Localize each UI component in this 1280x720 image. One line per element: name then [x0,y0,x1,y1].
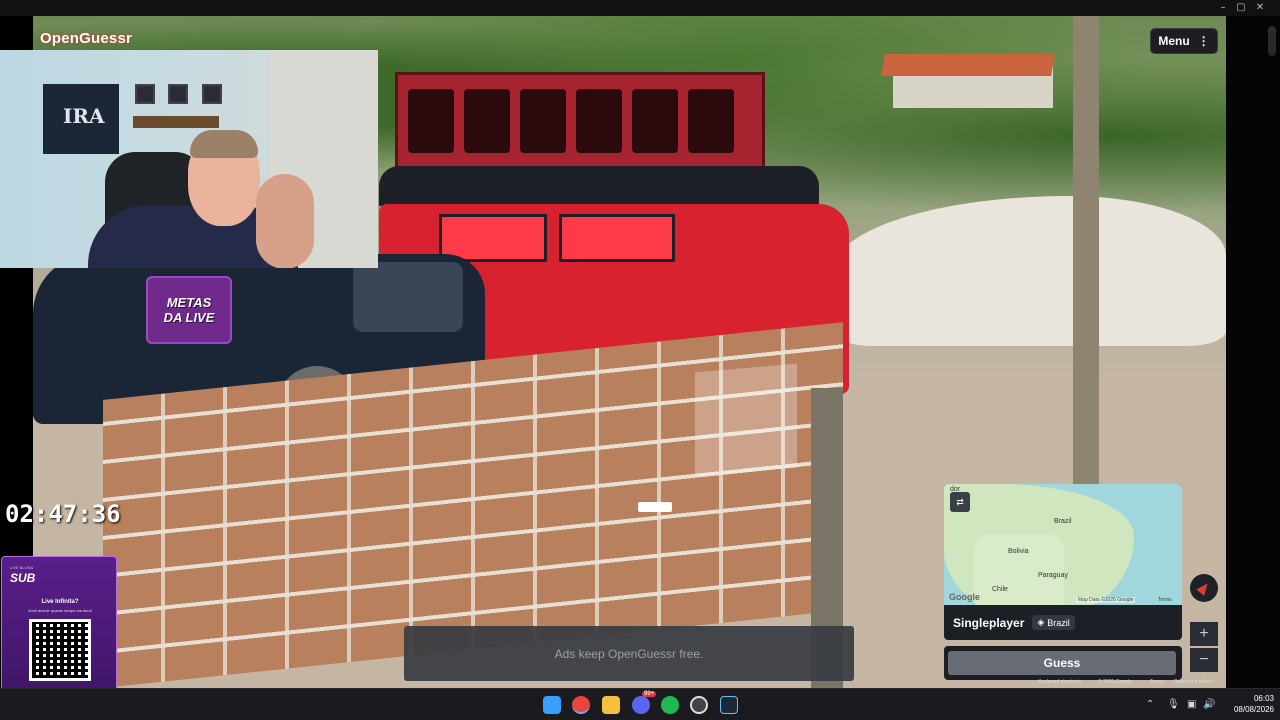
map-land [974,534,1064,605]
brand-logo[interactable]: OpenGuessr [34,26,133,48]
sub-card-subline: Você decide quanto tempo ela dura! [27,608,93,613]
compass-icon[interactable] [1190,574,1218,602]
spotify-icon[interactable] [661,696,679,714]
guess-button[interactable]: Guess [948,651,1176,675]
taskbar: 99+ ⌃ 🎙 ▣ 🔊 06:03 08/08/2026 [0,688,1280,720]
sliders-icon[interactable]: ⇄ [950,492,970,512]
microphone-icon[interactable]: 🎙 [1167,699,1180,710]
layers-icon: ◈ [1037,617,1045,627]
kebab-menu-icon: ⋮ [1197,34,1210,48]
poster-text: IRA [63,104,105,128]
scene-speaker [520,89,566,153]
network-icon[interactable]: ▣ [1187,699,1196,710]
region-selector[interactable]: ◈ Brazil [1032,615,1075,630]
compass-needle [1196,580,1212,596]
navigation-arrow[interactable] [638,502,672,512]
street-view-cursor-panel [695,363,797,477]
taskbar-clock[interactable]: 06:03 08/08/2026 [1222,693,1274,715]
guess-map-panel[interactable]: dor Brazil Bolivia Paraguay Chile ⇄ Goog… [944,484,1182,640]
wall-poster: IRA [43,84,119,154]
menu-label: Menu [1158,34,1190,48]
wall-frame [168,84,188,104]
volume-icon[interactable]: 🔊 [1203,699,1215,710]
map-label-chile: Chile [992,586,1008,593]
sub-card-headline: Live Infinita? [41,599,79,605]
ads-banner: Ads keep OpenGuessr free. [404,626,854,681]
file-explorer-icon[interactable] [602,696,620,714]
right-gutter [1226,16,1280,688]
google-logo: Google [949,592,980,602]
streamer-arm [256,174,314,268]
scene-car-window [353,262,463,332]
map-credit: Map Data ©2026 Google [1076,597,1136,603]
chrome-icon[interactable] [572,696,590,714]
scene-van-window [559,214,675,262]
sub-card-title: SUB [10,571,36,585]
discord-icon[interactable]: 99+ [632,691,657,714]
streamer-hair [190,130,258,158]
google-copyright: © 2026 Google [1098,679,1132,685]
map-terms-link[interactable]: Terms [1158,597,1172,603]
discord-badge: 99+ [642,691,657,697]
map-label-brazil: Brazil [1054,518,1072,525]
wall-frame [202,84,222,104]
scene-speaker-rack [395,72,765,172]
steam-icon[interactable] [720,696,738,714]
zoom-in-button[interactable]: + [1190,622,1218,646]
scene-roof [881,54,1055,76]
windows-start-icon[interactable] [543,696,561,714]
region-label: Brazil [1047,617,1070,628]
close-icon[interactable]: ✕ [1251,2,1269,14]
report-problem-link[interactable]: Report a problem [1174,679,1213,685]
map-label-paraguay: Paraguay [1038,572,1068,579]
window-title-bar: – ▢ ✕ [0,0,1280,16]
webcam-overlay: IRA [0,50,378,268]
wall-shelf [133,116,219,128]
keyboard-shortcuts-link[interactable]: Keyboard shortcuts [1038,679,1081,685]
google-terms-link[interactable]: Terms [1150,679,1164,685]
scene-sand-pile [833,196,1226,346]
clock-date: 08/08/2026 [1233,705,1274,714]
scene-pole [1073,16,1099,496]
tray-chevron-up-icon[interactable]: ⌃ [1146,699,1154,710]
scene-van-roof [379,166,819,206]
scene-speaker [576,89,622,153]
game-mode-label: Singleplayer [953,615,1025,630]
brand-name: OpenGuessr [40,30,133,47]
stream-timer: 02:47:36 [5,500,121,528]
scene-speaker [688,89,734,153]
qr-code [29,619,91,681]
zoom-out-button[interactable]: − [1190,648,1218,672]
wall-frame [135,84,155,104]
sub-card-top-text: LIVE ALONA [10,565,34,570]
scene-speaker [632,89,678,153]
map-label-bolivia: Bolivia [1008,548,1029,555]
metas-line2: DA LIVE [163,310,215,325]
guess-map[interactable]: dor Brazil Bolivia Paraguay Chile ⇄ Goog… [944,484,1182,605]
app-icon[interactable] [690,696,708,714]
scene-speaker [408,89,454,153]
scrollbar-thumb[interactable] [1268,26,1276,56]
scene-speaker [464,89,510,153]
metas-da-live-badge: METAS DA LIVE [146,276,232,344]
minimize-icon[interactable]: – [1214,2,1232,14]
maximize-icon[interactable]: ▢ [1232,2,1250,14]
map-footer: Singleplayer ◈ Brazil [944,605,1182,640]
qr-code-pattern [32,622,88,678]
menu-button[interactable]: Menu ⋮ [1150,28,1218,54]
clock-time: 06:03 [1253,694,1274,703]
guess-button-container: Guess [944,646,1182,680]
metas-line1: METAS [166,295,212,310]
